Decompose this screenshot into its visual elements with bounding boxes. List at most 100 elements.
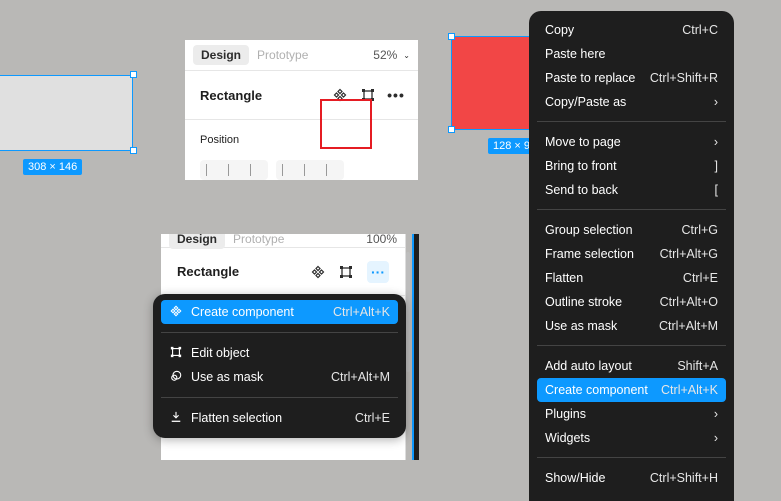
menu-item-label: Create component — [191, 305, 294, 319]
component-icon[interactable] — [311, 265, 325, 279]
menu-item-left: Use as mask — [169, 370, 331, 385]
menu-item-left: Send to back — [545, 183, 715, 197]
menu-item-widgets[interactable]: Widgets › — [537, 426, 726, 450]
menu-item-left: Flatten — [545, 271, 683, 285]
menu-item-left: Bring to front — [545, 159, 715, 173]
size-badge: 308 × 146 — [23, 159, 83, 175]
menu-item-label: Copy — [545, 23, 575, 37]
menu-item-shortcut: Ctrl+E — [682, 271, 718, 285]
zoom-value[interactable]: 100% — [366, 234, 397, 246]
menu-separator — [537, 121, 726, 122]
menu-item-frame-selection[interactable]: Frame selection Ctrl+Alt+G — [537, 242, 726, 266]
gray-rectangle-shape[interactable] — [0, 75, 133, 151]
align-center-icon[interactable] — [228, 164, 240, 176]
layer-options-menu: Create component Ctrl+Alt+K Edit object Use… — [153, 294, 406, 438]
edit-object-icon — [169, 346, 183, 361]
layer-name: Rectangle — [177, 264, 240, 279]
menu-item-left: Widgets — [545, 431, 714, 445]
tab-design[interactable]: Design — [193, 45, 250, 65]
menu-item-label: Widgets — [545, 431, 591, 445]
menu-item-left: Add auto layout — [545, 359, 677, 373]
menu-item-bring-to-front[interactable]: Bring to front] — [537, 154, 726, 178]
menu-separator — [537, 457, 726, 458]
tab-prototype[interactable]: Prototype — [225, 234, 292, 249]
tab-prototype[interactable]: Prototype — [249, 45, 316, 65]
menu-item-outline-stroke[interactable]: Outline stroke Ctrl+Alt+O — [537, 290, 726, 314]
menu-item-copy[interactable]: Copy Ctrl+C — [537, 18, 726, 42]
menu-item-move-to-page[interactable]: Move to page › — [537, 130, 726, 154]
red-rectangle-shape[interactable] — [451, 36, 541, 130]
menu-item-shortcut: Ctrl+Alt+K — [661, 383, 718, 397]
menu-item-label: Paste here — [545, 47, 606, 61]
resize-handle[interactable] — [448, 33, 455, 40]
horizontal-align-group — [200, 160, 268, 180]
design-panel-top: Design Prototype 52% ⌄ Rectangle ••• Pos… — [185, 40, 418, 180]
layer-header: Rectangle ··· — [161, 248, 405, 296]
menu-item-plugins[interactable]: Plugins › — [537, 402, 726, 426]
panel-tabs: Design Prototype 100% — [161, 234, 405, 249]
align-left-icon[interactable] — [206, 164, 218, 176]
layer-header: Rectangle ••• — [185, 71, 418, 149]
menu-item-paste-here[interactable]: Paste here — [537, 42, 726, 66]
align-bottom-icon[interactable] — [326, 164, 338, 176]
menu-item-create-component[interactable]: Create component Ctrl+Alt+K — [537, 378, 726, 402]
menu-item-flatten[interactable]: Flatten Ctrl+E — [537, 266, 726, 290]
canvas-edge-strip — [412, 234, 419, 460]
menu-item-label: Flatten — [545, 271, 584, 285]
component-icon — [169, 304, 183, 320]
menu-item-left: Use as mask — [545, 319, 659, 333]
menu-item-shortcut: Ctrl+G — [681, 223, 718, 237]
menu-item-label: Create component — [545, 383, 648, 397]
menu-item-group-selection[interactable]: Group selection Ctrl+G — [537, 218, 726, 242]
menu-item-shortcut: Ctrl+Alt+M — [330, 370, 390, 384]
menu-item-label: Add auto layout — [545, 359, 632, 373]
menu-item-add-auto-layout[interactable]: Add auto layout Shift+A — [537, 354, 726, 378]
menu-item-use-as-mask[interactable]: Use as mask Ctrl+Alt+M — [537, 314, 726, 338]
tab-design[interactable]: Design — [169, 234, 226, 249]
menu-item-label: Use as mask — [191, 370, 264, 384]
menu-item-label: Send to back — [545, 183, 618, 197]
menu-item-shortcut: [ — [714, 183, 718, 197]
menu-item-show-hide[interactable]: Show/Hide Ctrl+Shift+H — [537, 466, 726, 490]
frame-icon[interactable] — [339, 265, 353, 279]
zoom-control[interactable]: 52% ⌄ — [373, 48, 410, 62]
menu-item-paste-to-replace[interactable]: Paste to replace Ctrl+Shift+R — [537, 66, 726, 90]
align-right-icon[interactable] — [250, 164, 262, 176]
menu-item-label: Group selection — [545, 223, 633, 237]
menu-item-label: Bring to front — [545, 159, 617, 173]
flatten-icon — [169, 411, 183, 426]
menu-item-create-component[interactable]: Create component Ctrl+Alt+K — [161, 300, 398, 324]
menu-item-label: Plugins — [545, 407, 586, 421]
chevron-right-icon: › — [713, 135, 718, 149]
menu-item-left: Frame selection — [545, 247, 660, 261]
more-options-icon[interactable]: ··· — [367, 260, 389, 283]
menu-item-shortcut: Ctrl+Shift+R — [649, 71, 718, 85]
menu-item-left: Outline stroke — [545, 295, 660, 309]
menu-item-label: Paste to replace — [545, 71, 636, 85]
menu-item-left: Move to page — [545, 135, 714, 149]
menu-item-flatten-selection[interactable]: Flatten selection Ctrl+E — [161, 406, 398, 430]
resize-handle[interactable] — [130, 147, 137, 154]
menu-item-copy-paste-as[interactable]: Copy/Paste as › — [537, 90, 726, 114]
chevron-down-icon: ⌄ — [403, 50, 410, 60]
menu-item-left: Edit object — [169, 346, 390, 361]
chevron-right-icon: › — [713, 431, 718, 445]
mask-icon — [169, 370, 183, 385]
menu-item-send-to-back[interactable]: Send to back [ — [537, 178, 726, 202]
menu-item-left: Create component — [545, 383, 661, 397]
more-options-icon[interactable]: ••• — [387, 87, 404, 103]
align-middle-icon[interactable] — [304, 164, 316, 176]
menu-item-label: Flatten selection — [191, 411, 283, 425]
menu-separator — [537, 345, 726, 346]
menu-item-shortcut: Ctrl+Alt+O — [659, 295, 718, 309]
menu-item-edit-object[interactable]: Edit object — [161, 341, 398, 365]
alignment-row — [185, 154, 418, 180]
resize-handle[interactable] — [130, 71, 137, 78]
resize-handle[interactable] — [448, 126, 455, 133]
menu-item-shortcut: ] — [714, 159, 718, 173]
menu-item-use-as-mask[interactable]: Use as mask Ctrl+Alt+M — [161, 365, 398, 389]
menu-item-label: Copy/Paste as — [545, 95, 627, 109]
panel-scrollbar[interactable] — [406, 252, 410, 372]
align-top-icon[interactable] — [282, 164, 294, 176]
menu-item-label: Use as mask — [545, 319, 618, 333]
